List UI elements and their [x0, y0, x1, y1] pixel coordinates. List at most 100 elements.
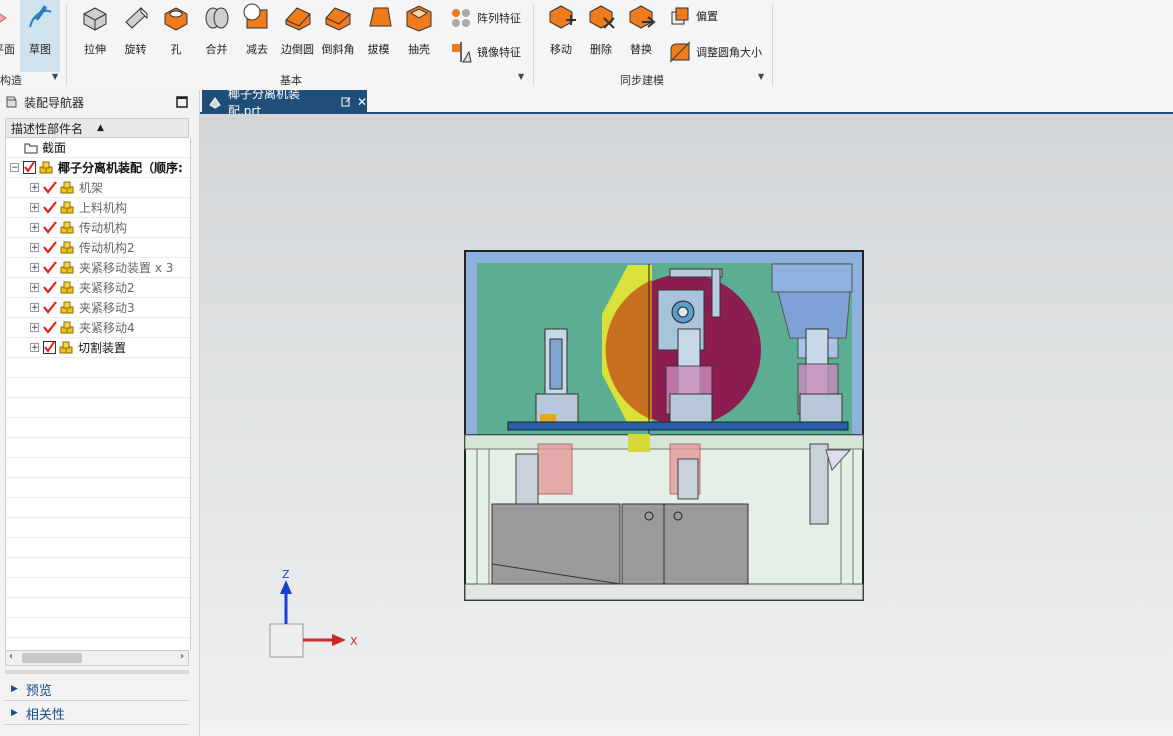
expand-toggle[interactable]: + [30, 283, 39, 293]
tree-node[interactable]: + 夹紧移动装置 x 3 [6, 258, 190, 278]
column-header-part-name[interactable]: 描述性部件名 ▲ [5, 118, 189, 138]
graphics-window: 椰子分离机装配.prt ✕ Z X [200, 87, 1173, 736]
x-axis-arrowhead [332, 634, 346, 646]
extrude-button[interactable]: 拉伸 [76, 0, 114, 70]
draft-icon [368, 7, 392, 27]
edge-blend-button[interactable]: 边倒圆 [279, 0, 317, 70]
expand-toggle[interactable]: − [10, 163, 19, 173]
offset-region-button[interactable]: 偏置 [668, 4, 718, 28]
panel-splitter[interactable] [5, 670, 189, 674]
component-icon [60, 221, 74, 233]
triad-origin-cube [269, 623, 304, 658]
tree-node[interactable]: + 夹紧移动4 [6, 318, 190, 338]
draft-button[interactable]: 拔模 [360, 0, 398, 70]
datum-plane-button[interactable]: 平面 [0, 0, 18, 70]
model-canvas[interactable]: Z X [200, 114, 1173, 728]
group-expand-arrow[interactable]: ▼ [52, 72, 58, 81]
group-expand-arrow-basic[interactable]: ▼ [518, 72, 524, 81]
unite-button[interactable]: 合并 [198, 0, 236, 70]
tree-node-label: 截面 [42, 141, 67, 155]
scroll-right-icon[interactable]: › [180, 651, 184, 662]
tree-node[interactable]: + 夹紧移动3 [6, 298, 190, 318]
expand-toggle[interactable]: + [30, 223, 39, 233]
component-icon [59, 341, 73, 353]
tree-node[interactable]: + 传动机构 [6, 218, 190, 238]
tree-empty-row [6, 378, 190, 398]
check-icon[interactable] [43, 181, 57, 194]
slide-rail [507, 421, 849, 431]
check-icon[interactable] [43, 221, 57, 234]
tree-node[interactable]: − 椰子分离机装配（顺序: [6, 158, 190, 178]
check-icon[interactable] [43, 281, 57, 294]
edge-blend-icon [285, 7, 310, 31]
shell-icon [406, 5, 432, 32]
assembly-tree: 截面 − 椰子分离机装配（顺序: + 机架 + 上料机构 + 传动机构 + 传动… [5, 138, 191, 650]
expand-toggle[interactable]: + [30, 263, 39, 273]
horizontal-scrollbar[interactable]: ‹ › [5, 650, 189, 666]
hole-button[interactable]: 孔 [157, 0, 195, 70]
component-icon [60, 201, 74, 213]
extrude-icon [83, 7, 107, 31]
datum-plane-icon [0, 13, 7, 23]
group-label-sync: 同步建模 [620, 74, 664, 87]
expand-toggle[interactable]: + [30, 303, 39, 313]
expand-toggle[interactable]: + [30, 203, 39, 213]
checkbox-checked-icon[interactable] [43, 341, 56, 354]
sort-ascending-icon[interactable]: ▲ [97, 123, 104, 133]
document-tab[interactable]: 椰子分离机装配.prt ✕ [202, 87, 367, 118]
revolve-button[interactable]: 旋转 [117, 0, 155, 70]
mirror-feature-button[interactable]: 镜像特征 [449, 40, 521, 64]
tree-node[interactable]: + 传动机构2 [6, 238, 190, 258]
tree-node[interactable]: + 夹紧移动2 [6, 278, 190, 298]
tree-node[interactable]: 截面 [6, 138, 190, 158]
sketch-icon [29, 5, 52, 28]
check-icon[interactable] [43, 261, 57, 274]
delete-face-button[interactable]: 删除 [582, 0, 620, 70]
sketch-button[interactable]: 草图 [20, 0, 60, 72]
component-icon [60, 181, 74, 193]
component-icon [60, 261, 74, 273]
tree-empty-row [6, 558, 190, 578]
expand-toggle[interactable]: + [30, 343, 39, 353]
expand-toggle[interactable]: + [30, 243, 39, 253]
tree-empty-row [6, 598, 190, 618]
resize-blend-button[interactable]: 调整圆角大小 [668, 40, 762, 64]
expand-toggle[interactable]: + [30, 323, 39, 333]
unite-icon [205, 7, 228, 29]
electrical-cabinet [491, 503, 749, 585]
component-icon [60, 321, 74, 333]
resize-blend-icon [669, 41, 691, 63]
check-icon[interactable] [43, 241, 57, 254]
preview-section[interactable]: ▶ 预览 [5, 678, 189, 701]
revolve-icon [124, 6, 148, 29]
tree-node[interactable]: + 机架 [6, 178, 190, 198]
group-expand-arrow-sync[interactable]: ▼ [758, 72, 764, 81]
maximize-icon[interactable] [176, 96, 188, 108]
assembly-navigator: 装配导航器 描述性部件名 ▲ 截面 − 椰子分离机装配（顺序: + 机架 + 上… [0, 90, 200, 736]
shell-button[interactable]: 抽壳 [400, 0, 438, 70]
chamfer-icon [325, 7, 351, 31]
tree-empty-row [6, 618, 190, 638]
group-separator [533, 4, 534, 86]
tree-node-label: 夹紧移动2 [79, 281, 135, 295]
replace-face-button[interactable]: 替换 [622, 0, 660, 70]
checkbox-checked-icon[interactable] [23, 161, 36, 174]
modified-icon [341, 97, 351, 107]
tree-node[interactable]: + 上料机构 [6, 198, 190, 218]
part-file-icon [209, 97, 221, 109]
chamfer-button[interactable]: 倒斜角 [319, 0, 357, 70]
close-tab-icon[interactable]: ✕ [357, 95, 367, 109]
relations-section[interactable]: ▶ 相关性 [5, 702, 189, 725]
move-face-button[interactable]: 移动 [542, 0, 580, 70]
pattern-feature-button[interactable]: 阵列特征 [449, 6, 521, 30]
subtract-button[interactable]: 减去 [238, 0, 276, 70]
scrollbar-thumb[interactable] [22, 653, 82, 663]
check-icon[interactable] [43, 301, 57, 314]
check-icon[interactable] [43, 201, 57, 214]
tree-node-label: 传动机构 [79, 221, 128, 235]
expand-toggle[interactable]: + [30, 183, 39, 193]
scroll-left-icon[interactable]: ‹ [9, 651, 13, 662]
component-icon [60, 241, 74, 253]
tree-node[interactable]: + 切割装置 [6, 338, 190, 358]
check-icon[interactable] [43, 321, 57, 334]
